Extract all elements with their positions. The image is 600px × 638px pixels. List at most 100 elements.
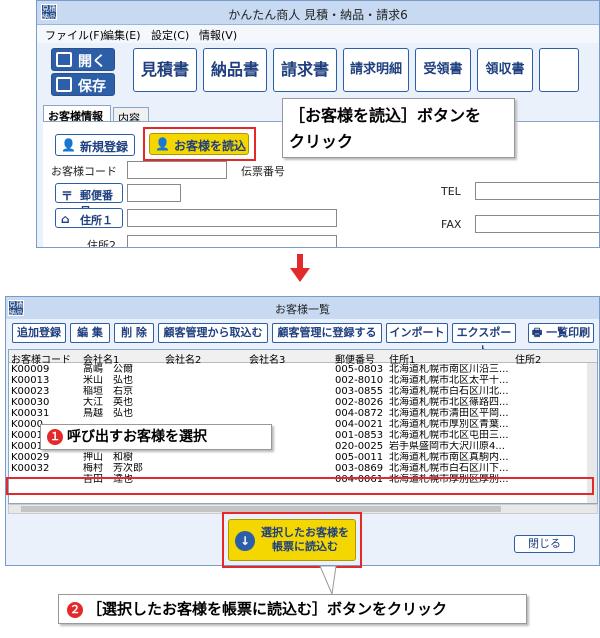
cell-name1: 大江 英也 xyxy=(83,397,133,408)
tel-field[interactable] xyxy=(475,182,599,200)
house-icon: ⌂ xyxy=(61,212,70,226)
cell-code: K00013 xyxy=(11,375,50,386)
cell-name1: 高嶋 公爾 xyxy=(83,364,133,375)
person-icon: 👤 xyxy=(61,138,76,152)
cell-zip: 004-0021 xyxy=(335,419,384,430)
customer-code-field[interactable] xyxy=(127,161,227,179)
cell-addr1: 北海道札幌市白石区川下... xyxy=(389,463,509,474)
cell-name1: 稲垣 右京 xyxy=(83,386,133,397)
add-button[interactable]: 追加登録 xyxy=(12,323,66,343)
cell-zip: 001-0853 xyxy=(335,430,384,441)
new-register-label: 新規登録 xyxy=(80,140,129,154)
cell-name1: 鳥越 弘也 xyxy=(83,408,133,419)
menu-file[interactable]: ファイル(F) xyxy=(45,27,104,43)
postal-code-button[interactable]: 〒 郵便番号 xyxy=(55,183,123,218)
table-row[interactable]: K00031 鳥越 弘也 004-0872 北海道札幌市清田区平岡... xyxy=(9,408,597,419)
table-header: お客様コード 会社名1 会社名2 会社名3 郵便番号 住所1 住所2 xyxy=(9,350,597,366)
import-button[interactable]: インポート xyxy=(386,323,448,343)
open-file-icon xyxy=(56,52,72,67)
postal-code-field[interactable] xyxy=(127,184,181,202)
save-file-icon xyxy=(56,77,72,92)
title-bar: 見積 納品 かんたん商人 見積・納品・請求6 xyxy=(37,1,599,25)
export-button[interactable]: エクスポート xyxy=(452,323,516,357)
cell-zip: 004-0872 xyxy=(335,408,384,419)
cell-name1: 梅村 芳次郎 xyxy=(83,463,143,474)
tool-estimate[interactable]: 見積書 xyxy=(133,48,197,92)
cell-name1: 押山 和樹 xyxy=(83,452,133,463)
open-button[interactable]: 開く xyxy=(51,48,115,71)
load-button-highlight xyxy=(222,512,362,568)
window-title: かんたん商人 見積・納品・請求6 xyxy=(228,8,408,22)
menu-info[interactable]: 情報(V) xyxy=(199,27,237,43)
tool-receipt-ack-label: 受領書 xyxy=(423,62,463,77)
step-1-badge: １ xyxy=(47,429,63,445)
callout-pointer xyxy=(319,566,337,596)
callout-select-text: 呼び出すお客様を選択 xyxy=(67,429,207,445)
cell-addr1: 北海道札幌市南区川沿三... xyxy=(389,364,509,375)
callout-line1: ［お客様を読込］ボタンを xyxy=(289,106,482,125)
table-row[interactable]: K00013 米山 弘也 002-8010 北海道札幌市北区太平十... xyxy=(9,375,597,386)
callout-load-to-form: ２ ［選択したお客様を帳票に読込む］ボタンをクリック xyxy=(58,594,527,624)
tool-receipt-ack[interactable]: 受領書 xyxy=(415,48,471,92)
register-to-crm-button[interactable]: 顧客管理に登録する xyxy=(272,323,382,343)
cell-name1: 米山 弘也 xyxy=(83,375,133,386)
table-row[interactable]: K00032 梅村 芳次郎 003-0869 北海道札幌市白石区川下... xyxy=(9,463,597,474)
print-list-button[interactable]: 🖶 一覧印刷 xyxy=(528,323,594,343)
tool-invoice[interactable]: 請求書 xyxy=(273,48,337,92)
cell-code: K00030 xyxy=(11,397,50,408)
tab-customer-info[interactable]: お客様情報 xyxy=(43,105,111,123)
table-row[interactable]: K00029 押山 和樹 005-0011 北海道札幌市南区真駒内... xyxy=(9,452,597,463)
voucher-number-label: 伝票番号 xyxy=(241,165,285,178)
tool-more[interactable] xyxy=(539,48,579,92)
tab-content[interactable]: 内容 xyxy=(113,107,149,125)
table-row[interactable]: K00023 稲垣 右京 003-0855 北海道札幌市白石区川北... xyxy=(9,386,597,397)
address1-button[interactable]: ⌂ 住所１ xyxy=(55,208,123,228)
edit-button[interactable]: 編 集 xyxy=(70,323,110,343)
address1-label: 住所１ xyxy=(80,214,113,227)
cell-code: K00031 xyxy=(11,408,50,419)
tool-delivery-label: 納品書 xyxy=(210,60,259,79)
cell-addr1: 北海道札幌市白石区川北... xyxy=(389,386,509,397)
table-row[interactable]: K00009 高嶋 公爾 005-0803 北海道札幌市南区川沿三... xyxy=(9,364,597,375)
address2-field[interactable] xyxy=(127,235,337,247)
delete-button[interactable]: 削 除 xyxy=(114,323,154,343)
new-register-button[interactable]: 👤 新規登録 xyxy=(55,134,135,156)
tool-invoice-detail[interactable]: 請求明細 xyxy=(343,48,409,92)
cell-addr1: 岩手県盛岡市大沢川原4... xyxy=(389,441,505,452)
cell-zip: 002-8026 xyxy=(335,397,384,408)
close-button[interactable]: 閉じる xyxy=(514,535,575,553)
address1-field[interactable] xyxy=(127,209,337,227)
step-2-badge: ２ xyxy=(67,602,83,618)
cell-addr1: 北海道札幌市厚別区青葉... xyxy=(389,419,509,430)
down-arrow-icon xyxy=(290,254,310,282)
menu-bar: ファイル(F) 編集(E) 設定(C) 情報(V) xyxy=(37,25,599,43)
title-bar: 見積 納品 お客様一覧 xyxy=(6,297,599,319)
tool-invoice-label: 請求書 xyxy=(280,60,329,79)
address2-label: 住所2 xyxy=(87,239,116,248)
tool-delivery[interactable]: 納品書 xyxy=(203,48,267,92)
cell-zip: 005-0011 xyxy=(335,452,384,463)
fax-label: FAX xyxy=(441,218,462,231)
table-row[interactable]: K00030 大江 英也 002-8026 北海道札幌市北区篠路四... xyxy=(9,397,597,408)
menu-settings[interactable]: 設定(C) xyxy=(151,27,189,43)
highlight-box xyxy=(143,127,256,161)
tool-estimate-label: 見積書 xyxy=(140,60,189,79)
cell-zip: 020-0025 xyxy=(335,441,384,452)
printer-icon: 🖶 xyxy=(531,326,543,339)
tool-receipt[interactable]: 領収書 xyxy=(477,48,533,92)
cell-addr1: 北海道札幌市清田区平岡... xyxy=(389,408,509,419)
menu-edit[interactable]: 編集(E) xyxy=(103,27,141,43)
selected-row-highlight xyxy=(6,477,594,495)
open-label: 開く xyxy=(78,54,106,70)
tool-receipt-label: 領収書 xyxy=(485,62,525,77)
cell-code: K00029 xyxy=(11,452,50,463)
cell-zip: 003-0869 xyxy=(335,463,384,474)
fax-field[interactable] xyxy=(475,215,599,233)
import-from-crm-button[interactable]: 顧客管理から取込む xyxy=(158,323,268,343)
tool-invoice-detail-label: 請求明細 xyxy=(349,62,402,77)
cell-addr1: 北海道札幌市北区篠路四... xyxy=(389,397,509,408)
save-button[interactable]: 保存 xyxy=(51,73,115,96)
cell-addr1: 北海道札幌市北区太平十... xyxy=(389,375,509,386)
customer-code-label: お客様コード xyxy=(51,165,117,178)
postal-mark-icon: 〒 xyxy=(61,189,74,203)
